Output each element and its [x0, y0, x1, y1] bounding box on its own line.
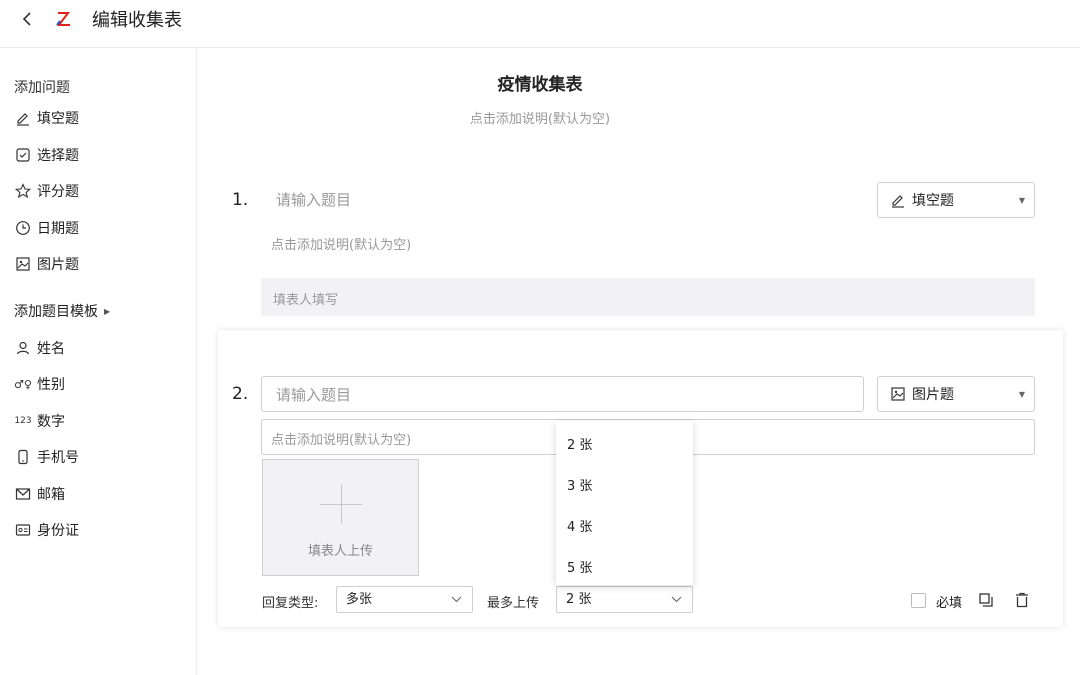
title-placeholder: 请输入题目 — [276, 386, 352, 404]
back-arrow-icon[interactable] — [18, 9, 38, 29]
star-icon — [14, 182, 32, 200]
question-type-label: 填空题 — [912, 193, 954, 209]
dropdown-option[interactable]: 3 张 — [567, 475, 592, 494]
form-description[interactable]: 点击添加说明(默认为空) — [410, 108, 670, 127]
gender-icon: ♂♀ — [14, 377, 32, 391]
question-type-select[interactable]: 填空题 ▼ — [877, 182, 1035, 218]
image-icon — [14, 255, 32, 273]
max-upload-select[interactable]: 2 张 — [556, 586, 693, 613]
question-description-input[interactable]: 点击添加说明(默认为空) — [271, 234, 411, 253]
required-label: 必填 — [936, 596, 963, 611]
dropdown-option[interactable]: 2 张 — [567, 434, 592, 453]
sidebar-item-name[interactable]: 姓名 — [14, 338, 65, 358]
sidebar-item-choice[interactable]: 选择题 — [14, 145, 79, 165]
answer-placeholder: 填表人填写 — [273, 293, 339, 308]
question-type-select[interactable]: 图片题 ▼ — [877, 376, 1035, 412]
reply-type-select[interactable]: 多张 — [336, 586, 473, 613]
question-title-input[interactable]: 请输入题目 — [276, 189, 351, 210]
max-upload-value: 2 张 — [566, 592, 592, 607]
upload-label: 填表人上传 — [307, 544, 373, 559]
sidebar-item-fill-blank[interactable]: 填空题 — [14, 108, 79, 128]
pencil-icon — [890, 192, 906, 208]
copy-icon[interactable] — [977, 591, 995, 609]
id-card-icon — [14, 521, 32, 539]
sidebar-item-label: 数字 — [37, 414, 65, 430]
sidebar-item-date[interactable]: 日期题 — [14, 218, 79, 238]
dropdown-option[interactable]: 4 张 — [567, 516, 592, 535]
caret-right-icon: ▶ — [104, 306, 111, 316]
template-section-label: 添加题目模板 — [14, 304, 98, 320]
sidebar-item-rating[interactable]: 评分题 — [14, 181, 79, 201]
question-number: 1. — [232, 190, 249, 210]
reply-type-value: 多张 — [346, 592, 373, 607]
image-icon — [890, 386, 906, 402]
number-icon: 123 — [14, 416, 32, 426]
description-placeholder: 点击添加说明(默认为空) — [271, 433, 412, 448]
sidebar-item-label: 性别 — [37, 377, 65, 393]
phone-icon — [14, 448, 32, 466]
person-icon — [14, 339, 32, 357]
sidebar — [0, 48, 197, 675]
checkbox-icon — [14, 146, 32, 164]
sidebar-item-label: 图片题 — [37, 257, 79, 273]
question-type-label: 图片题 — [912, 387, 954, 403]
page-title: 编辑收集表 — [92, 10, 182, 31]
question-title-input[interactable]: 请输入题目 — [261, 376, 864, 412]
sidebar-item-id-card[interactable]: 身份证 — [14, 520, 79, 540]
sidebar-item-label: 身份证 — [37, 523, 79, 539]
sidebar-item-label: 手机号 — [37, 450, 79, 466]
app-logo-icon — [56, 10, 72, 28]
sidebar-item-label: 日期题 — [37, 221, 79, 237]
sidebar-item-label: 邮箱 — [37, 487, 65, 503]
reply-type-label: 回复类型: — [262, 596, 319, 611]
chevron-down-icon — [451, 587, 462, 621]
clock-icon — [14, 219, 32, 237]
chevron-down-icon — [671, 587, 682, 621]
sidebar-item-label: 姓名 — [37, 341, 65, 357]
form-title[interactable]: 疫情收集表 — [440, 70, 640, 95]
pencil-icon — [14, 109, 32, 127]
sidebar-item-gender[interactable]: ♂♀ 性别 — [14, 374, 65, 394]
template-section-toggle[interactable]: 添加题目模板 ▶ — [14, 301, 110, 321]
sidebar-item-label: 填空题 — [37, 111, 79, 127]
image-upload-preview: 填表人上传 — [262, 459, 419, 576]
max-upload-dropdown-menu: 2 张 3 张 4 张 5 张 — [556, 421, 693, 585]
top-bar: 编辑收集表 — [0, 0, 1080, 48]
plus-icon-stroke — [341, 484, 342, 524]
sidebar-item-label: 选择题 — [37, 148, 79, 164]
sidebar-item-label: 评分题 — [37, 184, 79, 200]
question-number: 2. — [232, 384, 249, 404]
add-question-heading: 添加问题 — [14, 80, 70, 96]
dropdown-arrow-icon: ▼ — [1018, 196, 1025, 205]
mail-icon — [14, 485, 32, 503]
trash-icon[interactable] — [1013, 591, 1031, 609]
required-checkbox[interactable] — [911, 593, 926, 608]
max-upload-label: 最多上传 — [487, 596, 540, 611]
sidebar-item-image[interactable]: 图片题 — [14, 254, 79, 274]
sidebar-item-number[interactable]: 123 数字 — [14, 411, 65, 431]
answer-preview: 填表人填写 — [261, 278, 1035, 316]
dropdown-option[interactable]: 5 张 — [567, 557, 592, 576]
sidebar-item-email[interactable]: 邮箱 — [14, 484, 65, 504]
dropdown-arrow-icon: ▼ — [1018, 390, 1025, 399]
sidebar-item-phone[interactable]: 手机号 — [14, 447, 79, 467]
